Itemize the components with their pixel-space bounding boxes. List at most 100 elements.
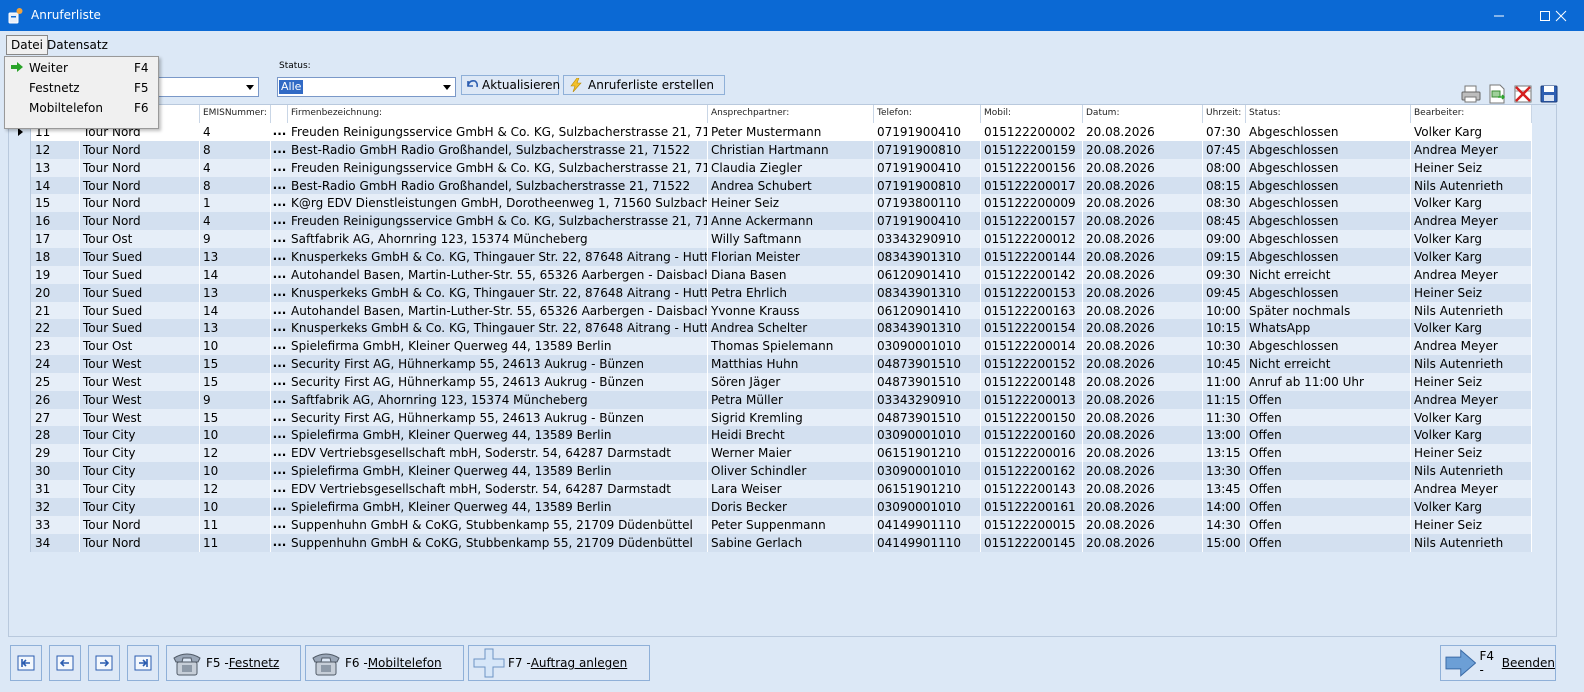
ellipsis-button[interactable]: ...: [271, 230, 288, 248]
menu-datensatz[interactable]: Datensatz: [43, 36, 112, 54]
row-selector[interactable]: [9, 158, 31, 177]
save-disk-icon[interactable]: [1539, 84, 1559, 104]
row-selector[interactable]: [9, 408, 31, 427]
ellipsis-button[interactable]: ...: [271, 516, 288, 534]
row-selector[interactable]: [9, 230, 31, 249]
ellipsis-button[interactable]: ...: [271, 391, 288, 409]
status-combo[interactable]: Alle: [277, 77, 456, 97]
export-document-icon[interactable]: [1487, 84, 1507, 104]
table-row[interactable]: 16 Tour Nord 4 Freuden Reinigungsservice Gm…: [9, 212, 1532, 231]
row-selector[interactable]: [9, 140, 31, 159]
ellipsis-button[interactable]: ...: [271, 212, 288, 230]
row-selector[interactable]: [9, 337, 31, 356]
ellipsis-button[interactable]: ...: [271, 337, 288, 355]
row-selector[interactable]: [9, 301, 31, 320]
menu-item-weiter[interactable]: Weiter F4: [5, 58, 158, 78]
ellipsis-button[interactable]: ...: [271, 284, 288, 302]
ellipsis-button[interactable]: ...: [271, 159, 288, 177]
tour-combo[interactable]: [150, 77, 259, 97]
beenden-button[interactable]: F4 - Beenden: [1440, 645, 1556, 681]
table-row[interactable]: 21 Tour Sued 14 Autohandel Basen, Martin-Lu…: [9, 301, 1532, 320]
ellipsis-button[interactable]: ...: [271, 480, 288, 498]
table-row[interactable]: 15 Tour Nord 1 K@rg EDV Dienstleistungen Gm…: [9, 194, 1532, 213]
festnetz-button[interactable]: F5 - Festnetz: [166, 645, 301, 681]
ellipsis-button[interactable]: ...: [271, 444, 288, 462]
ellipsis-button[interactable]: ...: [271, 462, 288, 480]
next-record-button[interactable]: [88, 645, 120, 681]
column-header-firma[interactable]: Firmenbezeichnung:: [288, 105, 708, 123]
column-header-ansprechpartner[interactable]: Ansprechpartner:: [708, 105, 874, 123]
row-selector[interactable]: [9, 426, 31, 445]
table-row[interactable]: 17 Tour Ost 9 Saftfabrik AG, Ahornring 123,…: [9, 230, 1532, 249]
table-row[interactable]: 33 Tour Nord 11 Suppenhuhn GmbH & CoKG, Stu…: [9, 515, 1532, 534]
ellipsis-button[interactable]: ...: [271, 141, 288, 159]
table-row[interactable]: 29 Tour City 12 EDV Vertriebsgesellschaft m…: [9, 444, 1532, 463]
ellipsis-button[interactable]: ...: [271, 373, 288, 391]
table-row[interactable]: 14 Tour Nord 8 Best-Radio GmbH Radio Großha…: [9, 176, 1532, 195]
table-row[interactable]: 11 Tour Nord 4 Freuden Reinigungsservice Gm…: [9, 123, 1532, 141]
row-selector[interactable]: [9, 194, 31, 213]
ellipsis-button[interactable]: ...: [271, 355, 288, 373]
ellipsis-button[interactable]: ...: [271, 177, 288, 195]
prev-record-button[interactable]: [49, 645, 81, 681]
ellipsis-button[interactable]: ...: [271, 498, 288, 516]
table-row[interactable]: 31 Tour City 12 EDV Vertriebsgesellschaft m…: [9, 480, 1532, 498]
row-selector[interactable]: [9, 390, 31, 409]
column-header-datum[interactable]: Datum:: [1083, 105, 1203, 123]
first-record-button[interactable]: [10, 645, 42, 681]
table-row[interactable]: 18 Tour Sued 13 Knusperkeks GmbH & Co. KG, …: [9, 247, 1532, 266]
table-row[interactable]: 22 Tour Sued 13 Knusperkeks GmbH & Co. KG, …: [9, 319, 1532, 338]
ellipsis-button[interactable]: ...: [271, 409, 288, 427]
table-row[interactable]: 19 Tour Sued 14 Autohandel Basen, Martin-Lu…: [9, 265, 1532, 284]
create-list-button[interactable]: Anruferliste erstellen: [563, 75, 725, 95]
column-header-bearbeiter[interactable]: Bearbeiter:: [1411, 105, 1532, 123]
ellipsis-button[interactable]: ...: [271, 426, 288, 444]
table-row[interactable]: 34 Tour Nord 11 Suppenhuhn GmbH & CoKG, Stu…: [9, 533, 1532, 552]
table-row[interactable]: 30 Tour City 10 Spielefirma GmbH, Kleiner Q…: [9, 462, 1532, 481]
column-header-telefon[interactable]: Telefon:: [874, 105, 981, 123]
ellipsis-button[interactable]: ...: [271, 266, 288, 284]
row-selector[interactable]: [9, 444, 31, 463]
refresh-button[interactable]: Aktualisieren: [461, 75, 560, 95]
delete-table-icon[interactable]: [1513, 84, 1533, 104]
last-record-button[interactable]: [127, 645, 159, 681]
table-row[interactable]: 13 Tour Nord 4 Freuden Reinigungsservice Gm…: [9, 158, 1532, 177]
row-selector[interactable]: [9, 515, 31, 534]
row-selector[interactable]: [9, 212, 31, 231]
row-selector[interactable]: [9, 283, 31, 302]
table-row[interactable]: 27 Tour West 15 Security First AG, Hühnerka…: [9, 408, 1532, 427]
ellipsis-button[interactable]: ...: [271, 319, 288, 337]
table-row[interactable]: 32 Tour City 10 Spielefirma GmbH, Kleiner Q…: [9, 497, 1532, 516]
column-header-mobil[interactable]: Mobil:: [981, 105, 1083, 123]
row-selector[interactable]: [9, 462, 31, 481]
column-header-status[interactable]: Status:: [1246, 105, 1411, 123]
menu-datei[interactable]: Datei: [6, 35, 49, 55]
ellipsis-button[interactable]: ...: [271, 302, 288, 320]
table-row[interactable]: 12 Tour Nord 8 Best-Radio GmbH Radio Großha…: [9, 140, 1532, 159]
ellipsis-button[interactable]: ...: [271, 248, 288, 266]
column-header-uhrzeit[interactable]: Uhrzeit:: [1203, 105, 1246, 123]
row-selector[interactable]: [9, 247, 31, 266]
table-row[interactable]: 23 Tour Ost 10 Spielefirma GmbH, Kleiner Qu…: [9, 337, 1532, 356]
close-button[interactable]: [1538, 0, 1584, 31]
column-header-emis[interactable]: EMISNummer:: [200, 105, 271, 123]
row-selector[interactable]: [9, 355, 31, 374]
row-selector[interactable]: [9, 176, 31, 195]
row-selector[interactable]: [9, 497, 31, 516]
table-row[interactable]: 20 Tour Sued 13 Knusperkeks GmbH & Co. KG, …: [9, 283, 1532, 302]
row-selector[interactable]: [9, 533, 31, 552]
ellipsis-button[interactable]: ...: [271, 534, 288, 552]
row-selector[interactable]: [9, 372, 31, 391]
row-selector[interactable]: [9, 319, 31, 338]
mobiltelefon-button[interactable]: F6 - Mobiltelefon: [305, 645, 464, 681]
row-selector[interactable]: [9, 265, 31, 284]
table-row[interactable]: 24 Tour West 15 Security First AG, Hühnerka…: [9, 355, 1532, 374]
printer-icon[interactable]: [1461, 84, 1481, 104]
table-row[interactable]: 25 Tour West 15 Security First AG, Hühnerka…: [9, 372, 1532, 391]
table-row[interactable]: 26 Tour West 9 Saftfabrik AG, Ahornring 123…: [9, 390, 1532, 409]
ellipsis-button[interactable]: ...: [271, 194, 288, 212]
ellipsis-button[interactable]: ...: [271, 123, 288, 141]
auftrag-anlegen-button[interactable]: F7 - Auftrag anlegen: [468, 645, 650, 681]
row-selector[interactable]: [9, 480, 31, 498]
menu-item-mobiltelefon[interactable]: Mobiltelefon F6: [5, 98, 158, 118]
